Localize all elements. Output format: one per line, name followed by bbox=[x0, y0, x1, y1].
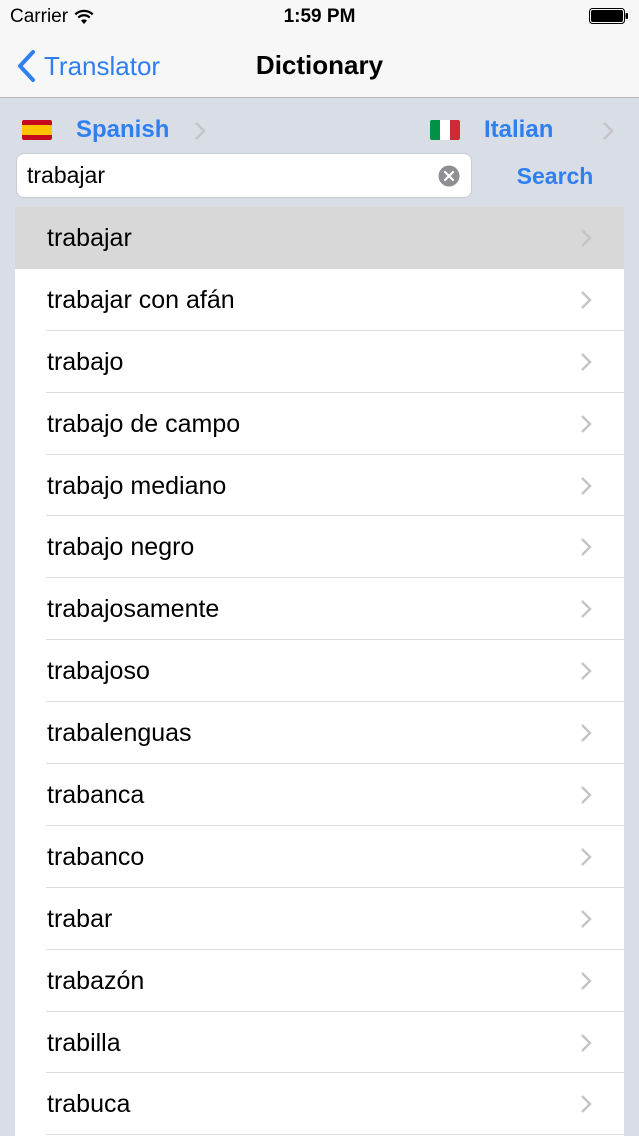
list-item[interactable]: trabanca bbox=[15, 764, 624, 826]
page-title: Dictionary bbox=[255, 50, 384, 80]
spain-flag-icon bbox=[22, 120, 52, 140]
search-button[interactable]: Search bbox=[500, 158, 610, 194]
list-item[interactable]: trabajo de campo bbox=[15, 392, 624, 455]
chevron-right-icon bbox=[581, 600, 592, 619]
status-bar: Carrier 1:59 PM bbox=[0, 0, 639, 34]
list-item-label: trabar bbox=[47, 904, 113, 933]
chevron-right-icon bbox=[581, 352, 592, 371]
list-item-label: trabilla bbox=[47, 1028, 121, 1057]
status-time: 1:59 PM bbox=[283, 6, 356, 27]
list-item-label: trabajar con afán bbox=[47, 285, 235, 314]
chevron-right-icon bbox=[581, 786, 592, 804]
source-language-label: Spanish bbox=[76, 116, 170, 143]
target-language-label: Italian bbox=[484, 116, 554, 143]
chevron-right-icon bbox=[581, 724, 592, 743]
list-item[interactable]: trabajo mediano bbox=[15, 454, 624, 517]
chevron-right-icon bbox=[603, 122, 614, 140]
list-item-label: trabajar bbox=[47, 224, 132, 252]
chevron-right-icon bbox=[581, 909, 592, 928]
source-language-button[interactable]: Spanish bbox=[22, 112, 212, 148]
list-item[interactable]: trabajar con afán bbox=[15, 268, 624, 331]
chevron-right-icon bbox=[581, 1033, 592, 1052]
list-item-label: trabajo de campo bbox=[47, 409, 241, 438]
list-item[interactable]: trabajo negro bbox=[15, 516, 624, 579]
chevron-right-icon bbox=[581, 538, 592, 557]
list-item-label: trabajo negro bbox=[47, 533, 195, 562]
chevron-right-icon bbox=[581, 414, 592, 433]
list-item-label: trabajoso bbox=[47, 657, 150, 686]
chevron-right-icon bbox=[581, 848, 592, 866]
list-item-label: trabanca bbox=[47, 781, 145, 810]
list-item[interactable]: trabar bbox=[15, 887, 624, 950]
list-item-label: trabajosamente bbox=[47, 595, 220, 624]
list-item-label: trabanco bbox=[47, 842, 145, 871]
search-field bbox=[16, 153, 472, 198]
chevron-right-icon bbox=[581, 971, 592, 990]
list-item-label: trabajo bbox=[47, 347, 124, 376]
chevron-right-icon bbox=[581, 476, 592, 495]
italy-flag-icon bbox=[430, 120, 460, 140]
chevron-right-icon bbox=[581, 291, 592, 309]
chevron-right-icon bbox=[581, 662, 592, 681]
list-item[interactable]: trabajosamente bbox=[15, 578, 624, 641]
chevron-right-icon bbox=[581, 1095, 592, 1114]
list-item[interactable]: trabilla bbox=[15, 1011, 624, 1074]
list-item[interactable]: trabajar bbox=[15, 207, 624, 269]
battery-icon bbox=[589, 8, 628, 24]
list-item-label: trabalenguas bbox=[47, 719, 192, 748]
clear-icon[interactable] bbox=[438, 165, 460, 187]
results-list: trabajar trabajar con afán trabajo trabajo … bbox=[15, 207, 624, 1136]
chevron-right-icon bbox=[581, 229, 592, 247]
language-selector: Spanish Italian bbox=[0, 104, 639, 154]
list-item[interactable]: trabazón bbox=[15, 949, 624, 1012]
list-item[interactable]: trabanco bbox=[15, 825, 624, 888]
search-input[interactable] bbox=[27, 154, 437, 197]
list-item[interactable]: trabuca bbox=[15, 1073, 624, 1136]
list-item[interactable]: trabalenguas bbox=[15, 702, 624, 765]
list-item-label: trabuca bbox=[47, 1090, 131, 1119]
chevron-right-icon bbox=[195, 122, 206, 140]
list-item[interactable]: trabajo bbox=[15, 330, 624, 393]
target-language-button[interactable]: Italian bbox=[430, 112, 620, 148]
navigation-bar: Translator Dictionary bbox=[0, 34, 639, 98]
list-item[interactable]: trabajoso bbox=[15, 640, 624, 703]
list-item-label: trabajo mediano bbox=[47, 471, 227, 500]
list-item-label: trabazón bbox=[47, 966, 145, 995]
